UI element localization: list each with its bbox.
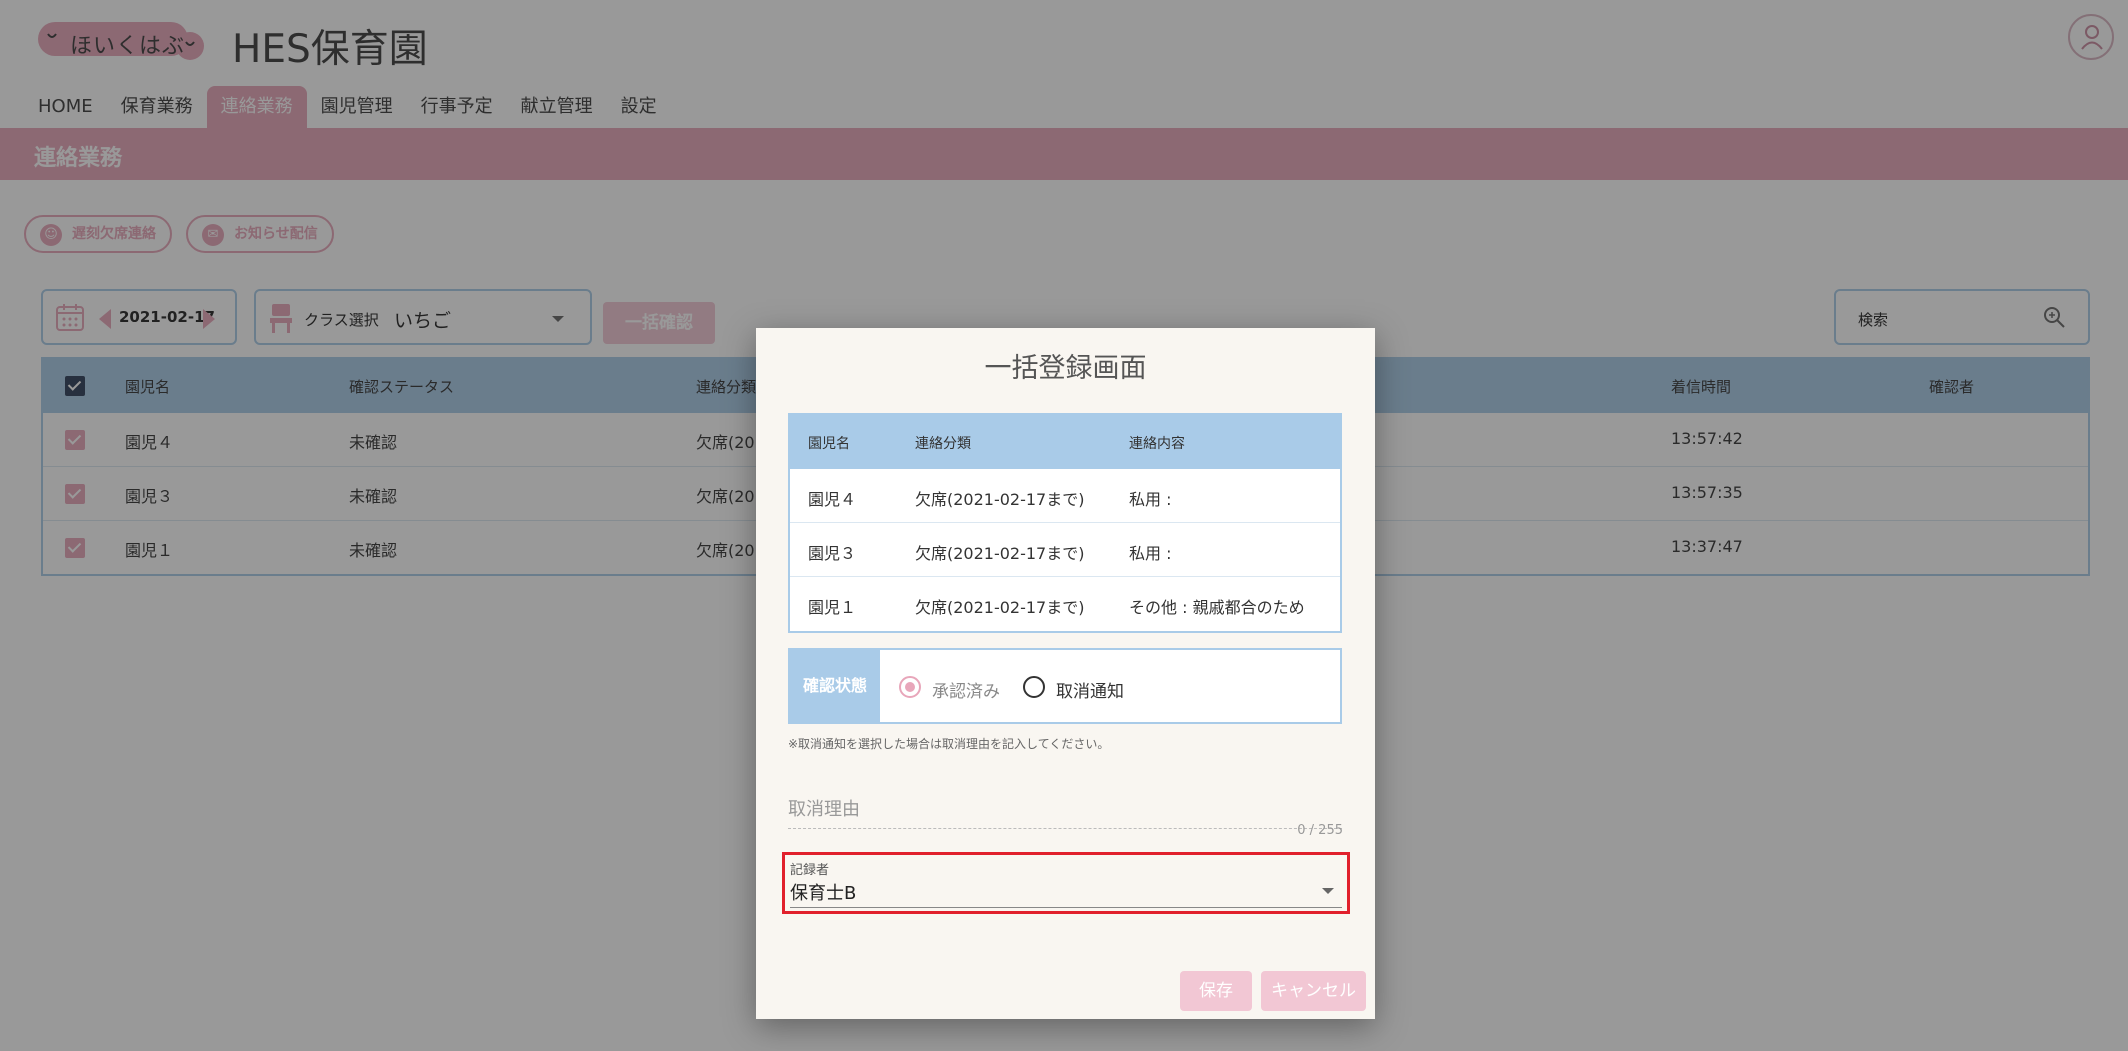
approved-radio-label[interactable]: 承認済み xyxy=(932,677,1000,702)
cancel-notice-radio-label[interactable]: 取消通知 xyxy=(1056,677,1124,702)
dialog-table-header: 園児名 連絡分類 連絡内容 xyxy=(790,415,1340,469)
cancel-notice-radio[interactable] xyxy=(1023,676,1045,698)
dialog-row-name: 園児１ xyxy=(808,598,857,617)
dialog-row-content: その他 : 親戚都合のため xyxy=(1129,598,1305,617)
dialog-row-name: 園児４ xyxy=(808,490,857,509)
dialog-row-content: 私用 : xyxy=(1129,490,1172,509)
dialog-table-row: 園児１ 欠席(2021-02-17まで) その他 : 親戚都合のため xyxy=(790,577,1340,631)
dialog-row-category: 欠席(2021-02-17まで) xyxy=(915,544,1085,563)
chevron-down-icon xyxy=(1322,888,1334,894)
dialog-row-category: 欠席(2021-02-17まで) xyxy=(915,598,1085,617)
dialog-header-content: 連絡内容 xyxy=(1129,436,1185,452)
cancel-button[interactable]: キャンセル xyxy=(1261,971,1366,1011)
dialog-table-row: 園児４ 欠席(2021-02-17まで) 私用 : xyxy=(790,469,1340,523)
confirm-status-group: 確認状態 承認済み 取消通知 xyxy=(788,648,1342,724)
recorder-select[interactable]: 記録者 保育士B xyxy=(782,852,1350,914)
confirm-status-label: 確認状態 xyxy=(790,650,880,722)
dialog-row-name: 園児３ xyxy=(808,544,857,563)
recorder-label: 記録者 xyxy=(790,863,830,878)
dialog-header-name: 園児名 xyxy=(808,436,850,452)
recorder-value: 保育士B xyxy=(790,883,857,904)
dialog-header-category: 連絡分類 xyxy=(915,436,971,452)
bulk-register-dialog: 一括登録画面 園児名 連絡分類 連絡内容 園児４ 欠席(2021-02-17まで… xyxy=(756,328,1375,1019)
cancel-reason-note: ※取消通知を選択した場合は取消理由を記入してください。 xyxy=(788,737,1110,751)
recorder-underline xyxy=(790,907,1342,908)
dialog-title: 一括登録画面 xyxy=(984,353,1147,384)
dialog-table: 園児名 連絡分類 連絡内容 園児４ 欠席(2021-02-17まで) 私用 : … xyxy=(788,413,1342,633)
dialog-table-row: 園児３ 欠席(2021-02-17まで) 私用 : xyxy=(790,523,1340,577)
cancel-reason-placeholder: 取消理由 xyxy=(788,799,860,820)
dialog-row-category: 欠席(2021-02-17まで) xyxy=(915,490,1085,509)
character-counter: 0 / 255 xyxy=(1297,823,1343,838)
dialog-row-content: 私用 : xyxy=(1129,544,1172,563)
cancel-reason-input[interactable]: 取消理由 xyxy=(788,783,1342,829)
approved-radio[interactable] xyxy=(899,676,921,698)
save-button[interactable]: 保存 xyxy=(1180,971,1252,1011)
